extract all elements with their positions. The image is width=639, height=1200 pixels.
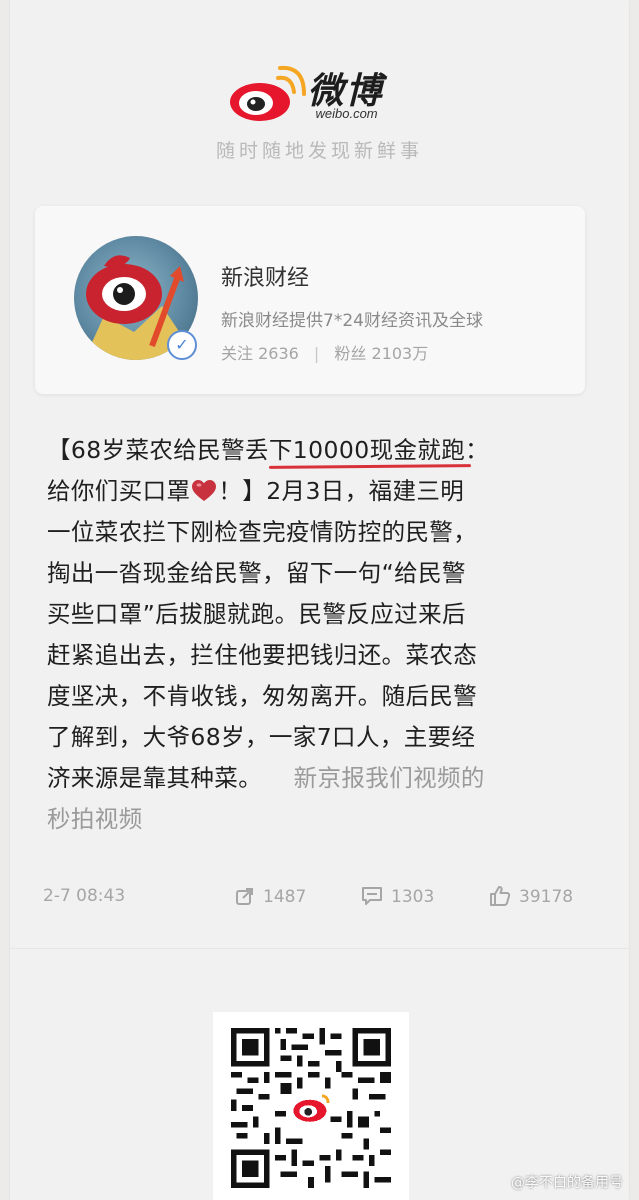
post-text: 给你们买口罩 <box>47 477 191 505</box>
qr-code-panel <box>213 1012 409 1200</box>
weibo-domain: weibo.com <box>315 106 378 121</box>
post-line: 掏出一沓现金给民警，留下一句“给民警 <box>47 559 466 587</box>
repost-icon <box>236 888 253 905</box>
stats-divider: | <box>313 344 320 363</box>
post-body: 【68岁菜农给民警丢下10000现金就跑： 给你们买口罩 ！】2月3日，福建三明 … <box>47 430 607 840</box>
post-line: 了解到，大爷68岁，一家7口人，主要经 <box>47 723 476 751</box>
section-divider <box>10 948 629 949</box>
weibo-slogan: 随时随地发现新鲜事 <box>215 140 423 162</box>
post-line: 赶紧追出去，拦住他要把钱归还。菜农态 <box>47 641 478 669</box>
like-button[interactable]: 39178 <box>489 886 573 907</box>
weibo-header: 微博 weibo.com 随时随地发现新鲜事 <box>10 62 629 163</box>
profile-description: 新浪财经提供7*24财经资讯及全球 <box>221 311 483 331</box>
fans-count[interactable]: 2103万 <box>372 344 429 363</box>
profile-stats: 关注 2636 | 粉丝 2103万 <box>221 340 428 364</box>
fans-label: 粉丝 <box>334 344 367 363</box>
verified-badge-icon: ✓ <box>167 330 197 360</box>
post-meta: 2-7 08:43 1487 1303 39178 <box>43 884 603 914</box>
follow-count[interactable]: 2636 <box>258 344 299 363</box>
video-source-link[interactable]: 新京报我们视频的 <box>294 764 485 792</box>
comment-button[interactable]: 1303 <box>361 886 434 907</box>
post-line: 度坚决，不肯收钱，匆匆离开。随后民警 <box>47 682 478 710</box>
post-text: 【68岁菜农给民警丢 <box>47 436 269 464</box>
post-line: 给你们买口罩 ！】2月3日，福建三明 <box>47 471 607 512</box>
screenshot-page: 微博 weibo.com 随时随地发现新鲜事 新浪 ✓ 新浪财经 新浪财经提供7… <box>10 0 629 1200</box>
like-count: 39178 <box>519 887 574 907</box>
post-text: 济来源是靠其种菜。 <box>47 764 263 792</box>
profile-name[interactable]: 新浪财经 <box>221 260 309 292</box>
post-line: 济来源是靠其种菜。 新京报我们视频的 <box>47 758 607 799</box>
repost-count: 1487 <box>263 887 307 907</box>
comment-icon <box>362 887 382 905</box>
highlighted-text: 下10000现金就跑 <box>269 430 465 471</box>
post-text: ： <box>465 436 490 464</box>
thumbs-up-icon <box>490 886 511 906</box>
repost-button[interactable]: 1487 <box>235 886 306 907</box>
weibo-logo[interactable]: 微博 weibo.com <box>220 62 420 126</box>
post-time: 2-7 08:43 <box>43 886 126 906</box>
post-line: 一位菜农拦下刚检查完疫情防控的民警， <box>47 518 478 546</box>
heart-icon <box>192 480 217 501</box>
post-text: ！】2月3日，福建三明 <box>218 477 465 505</box>
video-source-link[interactable]: 秒拍视频 <box>47 799 607 840</box>
weibo-watermark: @李不白的备用号 <box>511 1175 623 1191</box>
weibo-logo-icon <box>229 65 306 121</box>
profile-card[interactable]: 新浪 ✓ 新浪财经 新浪财经提供7*24财经资讯及全球 关注 2636 | 粉丝… <box>35 206 585 394</box>
post-line: 买些口罩”后拔腿就跑。民警反应过来后 <box>47 600 466 628</box>
qr-code-icon <box>231 1028 391 1188</box>
post-line: 【68岁菜农给民警丢下10000现金就跑： <box>47 430 607 471</box>
comment-count: 1303 <box>391 887 435 907</box>
follow-label: 关注 <box>221 344 254 363</box>
